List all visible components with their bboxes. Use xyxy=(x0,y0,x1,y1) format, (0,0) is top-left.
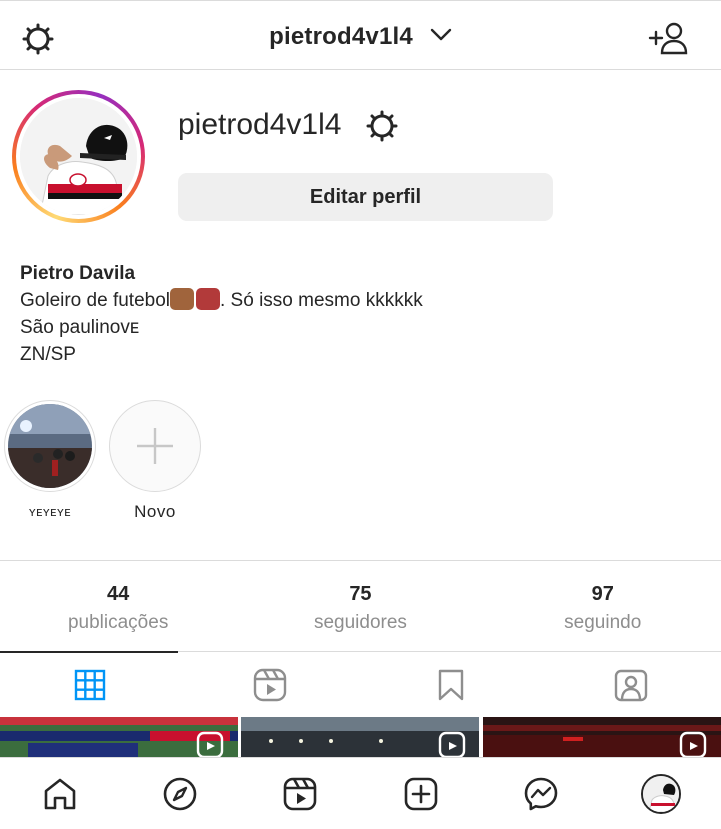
post-thumbnail[interactable] xyxy=(0,717,238,757)
saved-icon xyxy=(438,669,463,700)
post-thumbnail[interactable] xyxy=(482,717,721,757)
explore-icon xyxy=(163,777,197,810)
posts-label: publicações xyxy=(67,612,169,633)
following-count: 97 xyxy=(591,583,614,605)
home-icon xyxy=(44,778,76,809)
story-highlight[interactable]: ʏᴇʏᴇʏᴇ xyxy=(4,400,96,519)
top-bar: pietrod4v1l4 xyxy=(0,0,721,70)
profile-handle: pietrod4v1l4 xyxy=(178,108,342,141)
new-highlight-button[interactable] xyxy=(109,400,201,492)
nav-messenger[interactable] xyxy=(481,758,601,829)
post-thumbnail[interactable] xyxy=(241,717,480,757)
goal-net-emoji-icon xyxy=(196,288,220,310)
highlight-label: ʏᴇʏᴇʏᴇ xyxy=(28,504,72,519)
reels-icon xyxy=(197,731,224,757)
bio-line-1: Goleiro de futebol . Só isso mesmo kkkkkk xyxy=(20,287,423,314)
content-tabs xyxy=(0,651,721,717)
new-highlight[interactable]: Novo xyxy=(109,400,201,522)
edit-profile-button[interactable]: Editar perfil xyxy=(178,173,553,221)
highlight-cover[interactable] xyxy=(4,400,96,492)
account-switcher[interactable]: pietrod4v1l4 xyxy=(0,23,721,51)
posts-count: 44 xyxy=(107,583,130,605)
nav-new-post[interactable] xyxy=(361,758,481,829)
gear-icon[interactable] xyxy=(364,108,400,144)
header-username[interactable]: pietrod4v1l4 xyxy=(269,23,413,50)
new-post-icon xyxy=(404,777,437,810)
bio-line-1-suffix: . Só isso mesmo kkkkkk xyxy=(220,290,423,311)
bio-line-1-text: Goleiro de futebol xyxy=(20,290,170,311)
nav-explore[interactable] xyxy=(120,758,240,829)
reels-icon xyxy=(438,731,465,757)
grid-icon xyxy=(74,669,106,700)
messenger-icon xyxy=(524,777,558,810)
bottom-navigation xyxy=(0,757,721,829)
nav-profile[interactable] xyxy=(601,758,721,829)
nav-reels[interactable] xyxy=(240,758,360,829)
following-label: seguindo xyxy=(564,612,642,633)
reels-icon xyxy=(679,731,707,757)
profile-stats: 44 publicações 75 seguidores 97 seguindo xyxy=(0,560,721,652)
profile-avatar-ring[interactable] xyxy=(12,90,145,223)
profile-avatar xyxy=(640,773,681,814)
profile-avatar[interactable] xyxy=(20,98,137,215)
bio: Pietro Davila Goleiro de futebol . Só iss… xyxy=(20,260,423,368)
posts-grid xyxy=(0,717,721,757)
following-stat[interactable]: 97 seguindo xyxy=(481,561,721,652)
followers-stat[interactable]: 75 seguidores xyxy=(240,561,480,652)
tab-tagged[interactable] xyxy=(541,652,721,717)
profile-name: Pietro Davila xyxy=(20,263,136,284)
tagged-icon xyxy=(614,669,648,701)
reels-icon xyxy=(284,777,317,810)
tab-posts[interactable] xyxy=(0,652,180,717)
nav-home[interactable] xyxy=(0,758,120,829)
plus-icon xyxy=(137,428,173,464)
bio-line-2: São paulinoᴠᴇ xyxy=(20,317,140,338)
followers-label: seguidores xyxy=(313,612,407,633)
posts-stat[interactable]: 44 publicações xyxy=(0,561,240,652)
chevron-down-icon[interactable] xyxy=(430,28,452,42)
followers-count: 75 xyxy=(349,583,372,605)
tab-saved[interactable] xyxy=(361,652,541,717)
fist-emoji-icon xyxy=(170,288,194,310)
add-user-icon[interactable] xyxy=(648,21,688,55)
new-highlight-label: Novo xyxy=(134,502,176,521)
reels-icon xyxy=(254,668,287,701)
bio-line-3: ZN/SP xyxy=(20,344,76,365)
tab-reels[interactable] xyxy=(180,652,360,717)
